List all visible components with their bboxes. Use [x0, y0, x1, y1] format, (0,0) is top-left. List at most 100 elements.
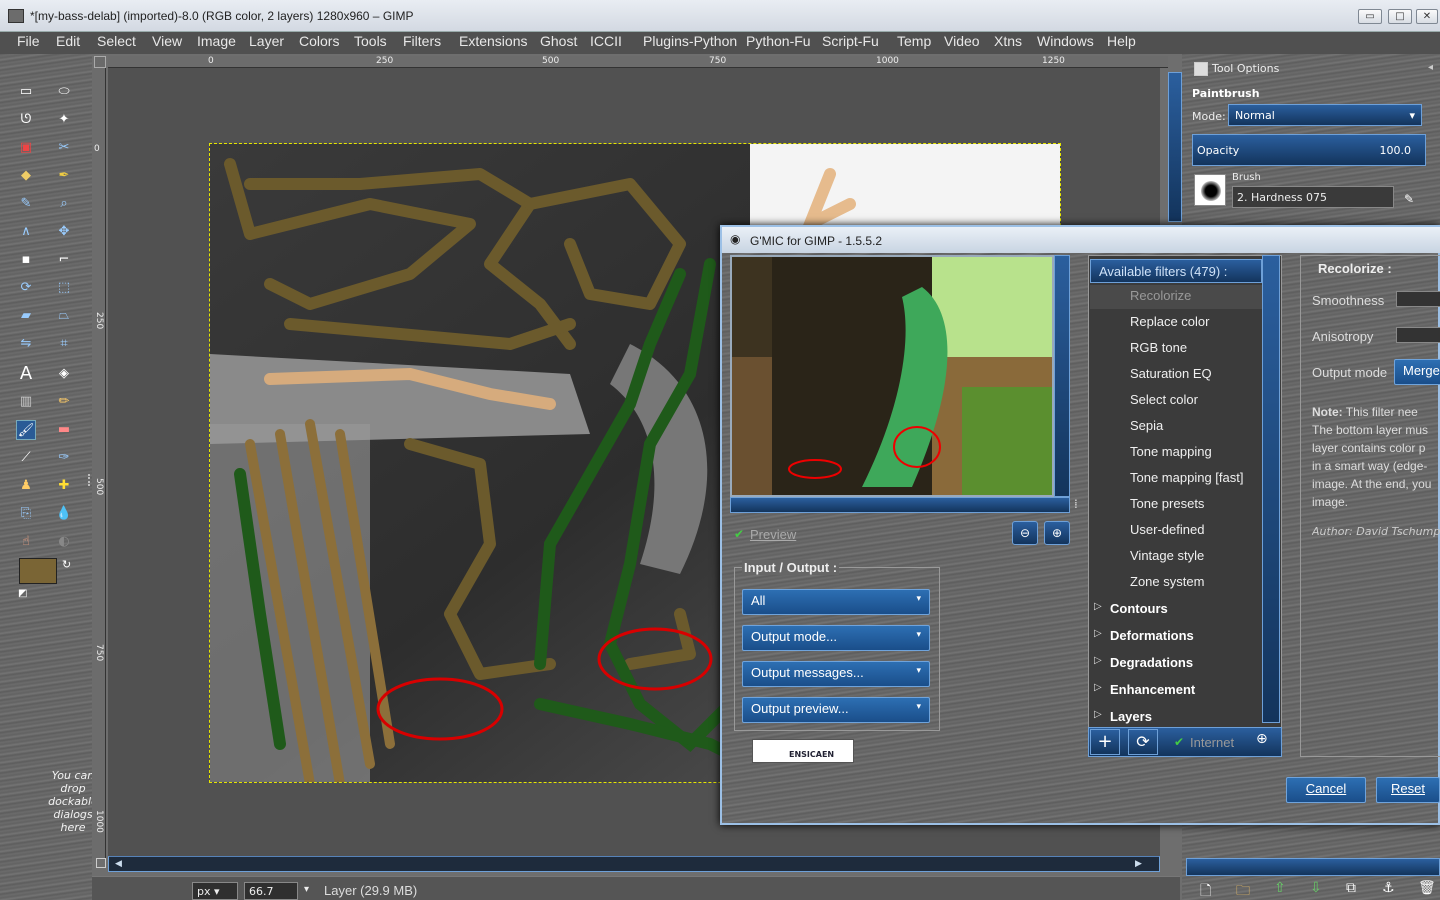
- ensicaen-logo[interactable]: ENSICAEN: [752, 739, 854, 763]
- smoothness-slider[interactable]: [1396, 291, 1440, 307]
- menu-iccii[interactable]: ICCII: [590, 33, 622, 49]
- measure-icon[interactable]: ∧: [16, 222, 36, 242]
- reset-button[interactable]: Reset: [1376, 777, 1440, 803]
- default-colors-icon[interactable]: ◩: [18, 588, 27, 599]
- menu-tools[interactable]: Tools: [354, 33, 387, 49]
- zoom-in-button[interactable]: ⊕: [1044, 521, 1070, 545]
- menu-extensions[interactable]: Extensions: [459, 33, 527, 49]
- pencil-icon[interactable]: ✏: [54, 392, 74, 412]
- clone-icon[interactable]: ♟: [16, 476, 36, 496]
- filter-item[interactable]: Vintage style: [1130, 548, 1204, 563]
- menu-plugins-python[interactable]: Plugins-Python: [643, 33, 737, 49]
- filter-item[interactable]: Tone presets: [1130, 496, 1204, 511]
- info-button[interactable]: ⊕: [1256, 731, 1268, 747]
- filter-item[interactable]: Tone mapping: [1130, 444, 1212, 459]
- opacity-slider[interactable]: Opacity 100.0: [1192, 134, 1426, 166]
- menu-file[interactable]: File: [17, 33, 40, 49]
- scroll-left-icon[interactable]: ◀: [115, 859, 127, 869]
- expand-arrow-icon[interactable]: ▷: [1094, 601, 1102, 612]
- scale-icon[interactable]: ⬚: [54, 278, 74, 298]
- internet-checkbox-label[interactable]: Internet: [1190, 735, 1234, 750]
- menu-filters[interactable]: Filters: [403, 33, 441, 49]
- crop-icon[interactable]: ⌐: [54, 250, 74, 270]
- category-layers[interactable]: Layers: [1110, 709, 1152, 724]
- menu-temp[interactable]: Temp: [897, 33, 931, 49]
- shear-icon[interactable]: ▰: [16, 306, 36, 326]
- input-layers-select[interactable]: All ▾: [742, 589, 930, 615]
- delete-layer-icon[interactable]: 🗑: [1418, 880, 1436, 896]
- menu-python-fu[interactable]: Python-Fu: [746, 33, 811, 49]
- panel-resize-handle[interactable]: [88, 474, 92, 486]
- expand-arrow-icon[interactable]: ▷: [1094, 682, 1102, 693]
- anchor-layer-icon[interactable]: ⚓: [1382, 880, 1395, 896]
- preview-checkbox-label[interactable]: Preview: [750, 527, 796, 542]
- color-picker-icon[interactable]: ✎: [16, 194, 36, 214]
- perspective-clone-icon[interactable]: ⎘: [16, 504, 36, 524]
- filter-item[interactable]: Recolorize: [1130, 288, 1191, 303]
- lower-layer-icon[interactable]: ⇩: [1310, 880, 1322, 896]
- cancel-button[interactable]: Cancel: [1286, 777, 1366, 803]
- output-mode-select[interactable]: Output mode... ▾: [742, 625, 930, 651]
- anisotropy-slider[interactable]: [1396, 327, 1440, 343]
- blur-icon[interactable]: 💧: [54, 504, 74, 524]
- paintbrush-icon[interactable]: 🖌: [16, 420, 36, 440]
- category-contours[interactable]: Contours: [1110, 601, 1168, 616]
- duplicate-layer-icon[interactable]: ⧉: [1346, 880, 1356, 896]
- category-deformations[interactable]: Deformations: [1110, 628, 1194, 643]
- horizontal-scrollbar[interactable]: ◀ ▶: [108, 856, 1160, 872]
- dock-menu-icon[interactable]: ◂: [1428, 62, 1433, 73]
- maximize-button[interactable]: □: [1388, 9, 1412, 24]
- text-tool-icon[interactable]: A: [16, 364, 36, 384]
- output-messages-select[interactable]: Output messages... ▾: [742, 661, 930, 687]
- filter-item[interactable]: Select color: [1130, 392, 1198, 407]
- menu-layer[interactable]: Layer: [249, 33, 284, 49]
- perspective-icon[interactable]: ⏢: [54, 306, 74, 326]
- menu-script-fu[interactable]: Script-Fu: [822, 33, 879, 49]
- dodge-burn-icon[interactable]: ◐: [54, 532, 74, 552]
- zoom-out-button[interactable]: ⊖: [1012, 521, 1038, 545]
- eraser-icon[interactable]: ▬: [54, 420, 74, 440]
- menu-colors[interactable]: Colors: [299, 33, 339, 49]
- preview-vscrollbar[interactable]: [1054, 255, 1070, 497]
- filter-item[interactable]: Tone mapping [fast]: [1130, 470, 1243, 485]
- dock-scrollbar[interactable]: [1168, 72, 1182, 222]
- menu-help[interactable]: Help: [1107, 33, 1136, 49]
- filter-item[interactable]: RGB tone: [1130, 340, 1187, 355]
- filter-item[interactable]: Saturation EQ: [1130, 366, 1212, 381]
- align-icon[interactable]: ▪: [16, 250, 36, 270]
- edit-brush-icon[interactable]: ✎: [1404, 192, 1414, 206]
- flip-icon[interactable]: ⇋: [16, 334, 36, 354]
- menu-windows[interactable]: Windows: [1037, 33, 1094, 49]
- category-degradations[interactable]: Degradations: [1110, 655, 1193, 670]
- dock-hscrollbar[interactable]: [1186, 858, 1440, 876]
- menu-ghost[interactable]: Ghost: [540, 33, 577, 49]
- zoom-dropdown-icon[interactable]: ▾: [304, 884, 309, 895]
- cage-icon[interactable]: ⌗: [54, 334, 74, 354]
- color-select-icon[interactable]: ▣: [16, 138, 36, 158]
- move-icon[interactable]: ✥: [54, 222, 74, 242]
- free-select-icon[interactable]: ᘎ: [16, 110, 36, 130]
- bucket-fill-icon[interactable]: ◈: [54, 364, 74, 384]
- menu-image[interactable]: Image: [197, 33, 236, 49]
- new-group-icon[interactable]: 🗀: [1236, 880, 1250, 900]
- foreground-select-icon[interactable]: ◆: [16, 166, 36, 186]
- filter-item[interactable]: Zone system: [1130, 574, 1204, 589]
- menu-select[interactable]: Select: [97, 33, 136, 49]
- smudge-icon[interactable]: ☝: [16, 532, 36, 552]
- blend-icon[interactable]: ▥: [16, 392, 36, 412]
- ruler-corner-icon[interactable]: [94, 56, 106, 68]
- close-button[interactable]: ✕: [1416, 9, 1438, 24]
- expand-arrow-icon[interactable]: ▷: [1094, 709, 1102, 720]
- gmic-preview[interactable]: [730, 255, 1054, 497]
- category-enhancement[interactable]: Enhancement: [1110, 682, 1195, 697]
- menu-view[interactable]: View: [152, 33, 182, 49]
- raise-layer-icon[interactable]: ⇧: [1274, 880, 1286, 896]
- rect-select-icon[interactable]: ▭: [16, 82, 36, 102]
- output-preview-select[interactable]: Output preview... ▾: [742, 697, 930, 723]
- zoom-field[interactable]: 66.7: [244, 882, 298, 900]
- swap-colors-icon[interactable]: ↻: [62, 558, 71, 571]
- unit-selector[interactable]: px ▾: [192, 882, 238, 900]
- airbrush-icon[interactable]: ⟋: [16, 448, 36, 468]
- ink-icon[interactable]: ✑: [54, 448, 74, 468]
- output-mode-param-select[interactable]: Merge: [1394, 359, 1440, 385]
